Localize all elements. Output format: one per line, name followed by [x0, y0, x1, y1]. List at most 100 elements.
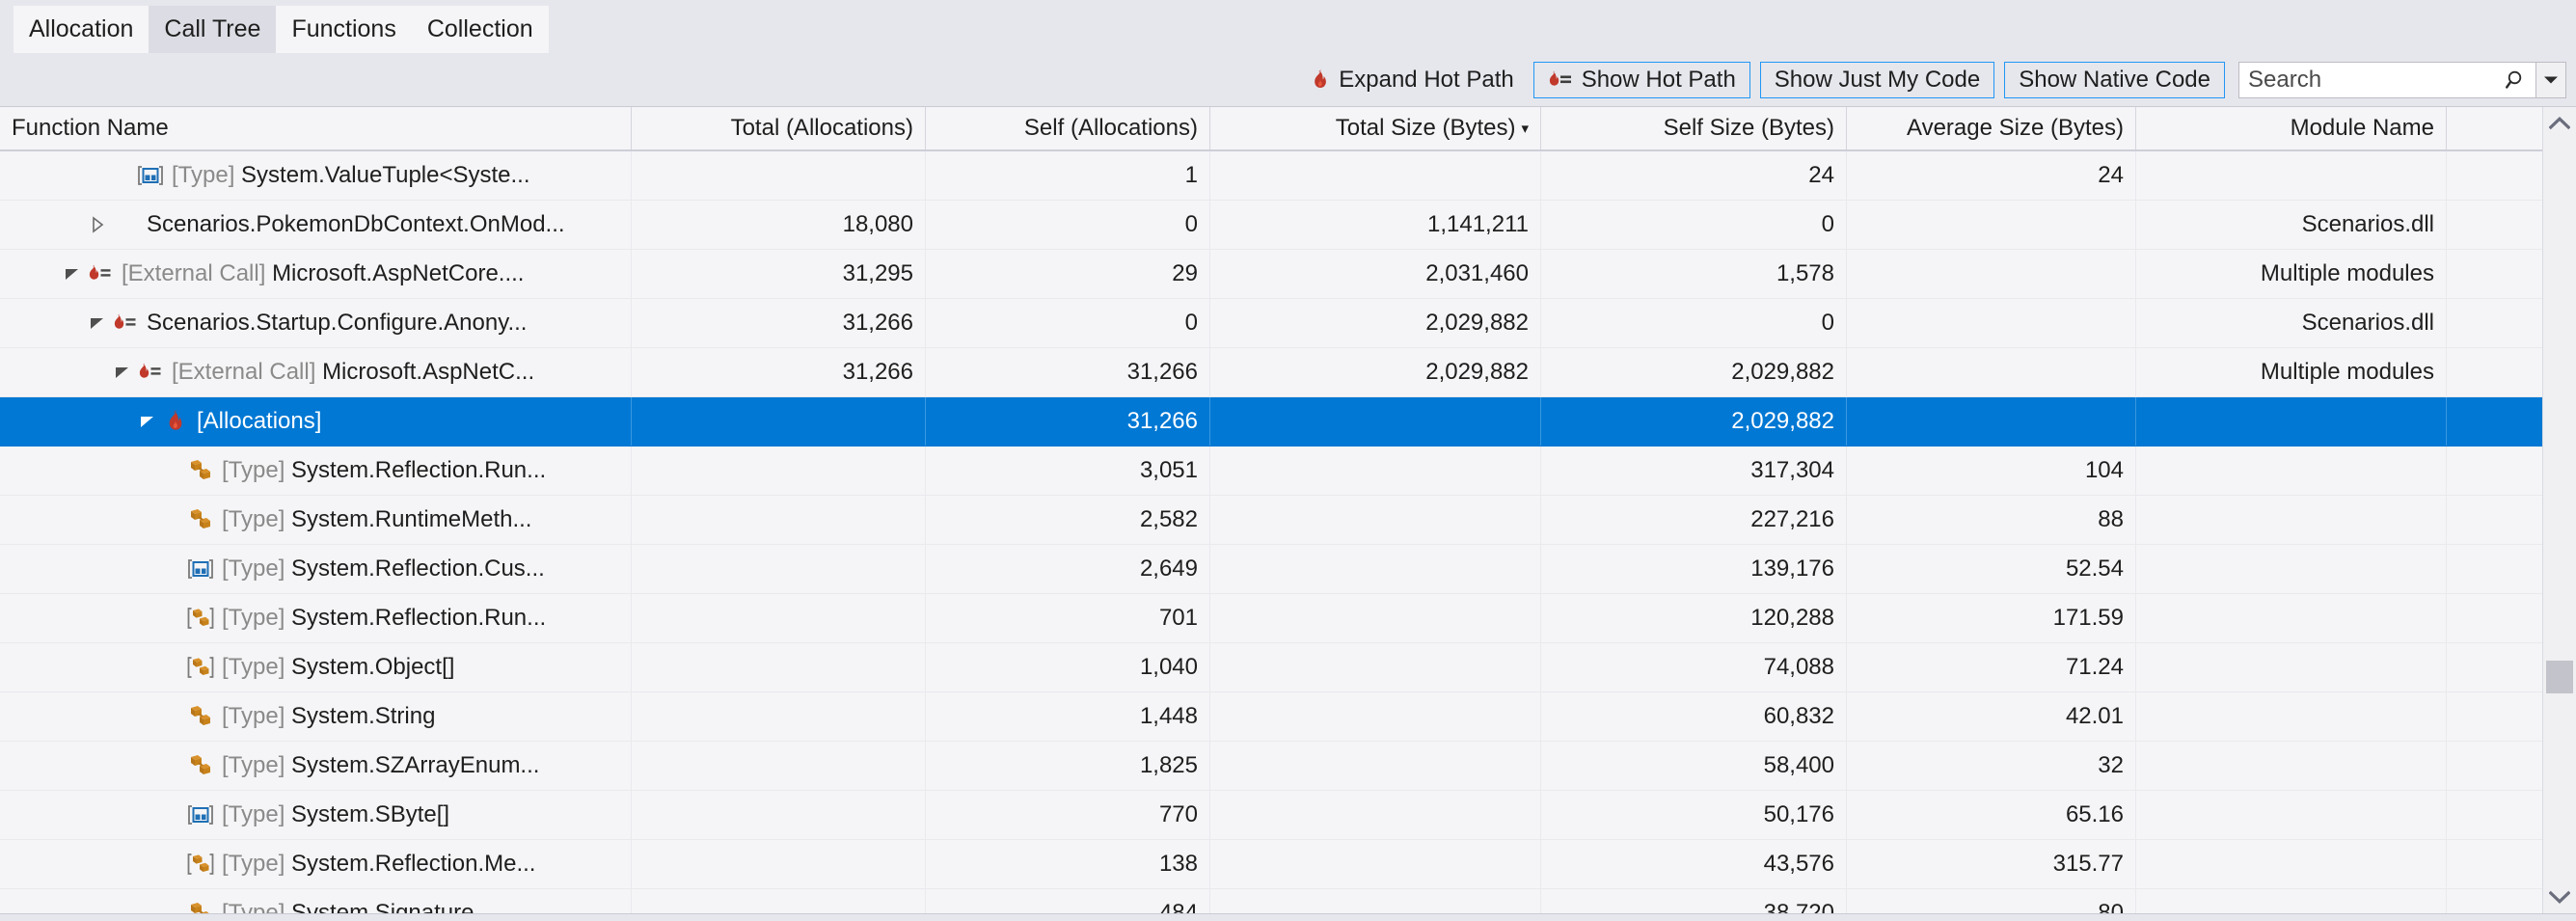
cell-value: 3,051: [1139, 457, 1198, 483]
hot-path-icon: [85, 263, 116, 284]
table-row[interactable]: Scenarios.PokemonDbContext.OnMod... 18,08…: [0, 201, 2542, 250]
cell-module: Scenarios.dll: [2136, 299, 2447, 347]
cell-self-allocations: 29: [926, 250, 1210, 298]
cell-self-size: 227,216: [1541, 496, 1847, 544]
hot-path-icon: [135, 362, 166, 383]
cell-total-allocations: [632, 840, 926, 888]
grid-main: Function Name Total (Allocations) Self (Al…: [0, 107, 2542, 913]
cell-value: 42.01: [2065, 703, 2124, 729]
table-row[interactable]: [Type] System.Reflection.Me... 138 43,576 3…: [0, 840, 2542, 889]
cell-function-name: [Type] System.SByte[]: [0, 791, 632, 839]
cell-value: 227,216: [1750, 506, 1834, 532]
cell-value: 1,040: [1139, 654, 1198, 680]
cell-value: 1,825: [1139, 752, 1198, 778]
cell-self-allocations: 138: [926, 840, 1210, 888]
cell-function-name: [Type] System.ValueTuple<Syste...: [0, 151, 632, 200]
cell-value: 29: [1172, 260, 1198, 286]
cell-total-allocations: [632, 692, 926, 741]
chevron-down-icon[interactable]: [60, 266, 85, 282]
show-just-my-code-button[interactable]: Show Just My Code: [1759, 61, 1995, 98]
function-name-text: System.Reflection.Me...: [291, 851, 536, 877]
column-header-module-name[interactable]: Module Name: [2136, 107, 2447, 149]
cell-self-allocations: 31,266: [926, 348, 1210, 396]
cell-value: 31,266: [842, 359, 913, 385]
tab-allocation[interactable]: Allocation: [14, 6, 149, 53]
chevron-down-icon[interactable]: [110, 365, 135, 380]
table-row[interactable]: [Type] System.SZArrayEnum... 1,825 58,400 3…: [0, 742, 2542, 791]
tab-call-tree-label: Call Tree: [164, 15, 261, 42]
function-name-label: [External Call] Microsoft.AspNetCore....: [116, 260, 524, 287]
tab-functions[interactable]: Functions: [276, 6, 412, 53]
show-native-code-button[interactable]: Show Native Code: [2004, 61, 2225, 98]
cell-self-size: 60,832: [1541, 692, 1847, 741]
cell-value: 71.24: [2065, 654, 2124, 680]
column-header-label: Self Size (Bytes): [1663, 115, 1834, 141]
table-row[interactable]: Scenarios.Startup.Configure.Anony... 31,2…: [0, 299, 2542, 348]
function-name-text: Microsoft.AspNetCore....: [272, 260, 525, 286]
table-row[interactable]: [Type] System.RuntimeMeth... 2,582 227,216…: [0, 496, 2542, 545]
table-row[interactable]: [Type] System.Object[] 1,040 74,088 71.24: [0, 643, 2542, 692]
function-name-prefix: [Type]: [222, 605, 285, 631]
call-tree-grid: Function Name Total (Allocations) Self (Al…: [0, 106, 2576, 913]
cell-value: 0: [1184, 211, 1198, 237]
table-row[interactable]: [External Call] Microsoft.AspNetCore....…: [0, 250, 2542, 299]
table-row[interactable]: [Type] System.Reflection.Run... 3,051 317,…: [0, 447, 2542, 496]
search-box[interactable]: [2238, 61, 2566, 98]
search-input[interactable]: [2239, 62, 2497, 97]
table-row[interactable]: [Type] System.Signature 484 38,720 80: [0, 889, 2542, 913]
show-just-my-code-label: Show Just My Code: [1774, 66, 1981, 93]
cell-value: 139,176: [1750, 555, 1834, 582]
cell-total-allocations: [632, 889, 926, 913]
cell-value: 2,029,882: [1425, 310, 1529, 336]
tab-collection[interactable]: Collection: [411, 6, 549, 53]
table-row[interactable]: [Type] System.SByte[] 770 50,176 65.16: [0, 791, 2542, 840]
table-row[interactable]: [External Call] Microsoft.AspNetC... 31,2…: [0, 348, 2542, 397]
sort-descending-icon: ▾: [1521, 120, 1529, 137]
cell-total-allocations: [632, 397, 926, 446]
cell-function-name: [Type] System.String: [0, 692, 632, 741]
column-header-row: Function Name Total (Allocations) Self (Al…: [0, 107, 2542, 151]
cell-total-size: [1210, 151, 1541, 200]
class-icon: [185, 508, 216, 531]
call-tree-toolbar: Expand Hot Path Show Hot Path Show Just …: [0, 53, 2576, 106]
class-icon: [185, 754, 216, 777]
search-icon[interactable]: [2497, 63, 2535, 97]
column-header-function-name[interactable]: Function Name: [0, 107, 632, 149]
cell-value: 43,576: [1763, 851, 1834, 877]
column-header-average-size-bytes[interactable]: Average Size (Bytes): [1847, 107, 2136, 149]
cell-value: Multiple modules: [2260, 359, 2434, 385]
expand-hot-path-button[interactable]: Expand Hot Path: [1311, 66, 1514, 94]
column-header-label: Self (Allocations): [1023, 115, 1198, 141]
vertical-scrollbar[interactable]: [2542, 107, 2576, 913]
scrollbar-thumb[interactable]: [2546, 661, 2573, 693]
cell-total-size: [1210, 545, 1541, 593]
cell-value: 2,029,882: [1425, 359, 1529, 385]
search-dropdown-button[interactable]: [2535, 62, 2565, 97]
cell-module: [2136, 692, 2447, 741]
scroll-down-button[interactable]: [2543, 880, 2576, 913]
show-hot-path-button[interactable]: Show Hot Path: [1532, 61, 1750, 98]
column-header-total-allocations[interactable]: Total (Allocations): [632, 107, 926, 149]
table-row[interactable]: [Allocations] 31,266 2,029,882: [0, 397, 2542, 447]
table-row[interactable]: [Type] System.Reflection.Cus... 2,649 139,…: [0, 545, 2542, 594]
expand-hot-path-label: Expand Hot Path: [1339, 66, 1514, 93]
tab-call-tree[interactable]: Call Tree: [149, 6, 277, 53]
cell-total-size: [1210, 791, 1541, 839]
table-row[interactable]: [Type] System.ValueTuple<Syste... 1 24 24: [0, 151, 2542, 201]
chevron-down-icon[interactable]: [85, 315, 110, 331]
cell-total-size: [1210, 643, 1541, 691]
chevron-right-icon[interactable]: [85, 216, 110, 233]
chevron-down-icon[interactable]: [135, 414, 160, 429]
table-row[interactable]: [Type] System.Reflection.Run... 701 120,28…: [0, 594, 2542, 643]
cell-total-size: [1210, 594, 1541, 642]
scrollbar-track[interactable]: [2543, 140, 2576, 880]
column-header-total-size-bytes[interactable]: Total Size (Bytes) ▾: [1210, 107, 1541, 149]
column-header-self-allocations[interactable]: Self (Allocations): [926, 107, 1210, 149]
cell-value: 31,266: [1126, 408, 1198, 434]
table-row[interactable]: [Type] System.String 1,448 60,832 42.01: [0, 692, 2542, 742]
cell-value: 0: [1821, 310, 1834, 336]
column-header-self-size-bytes[interactable]: Self Size (Bytes): [1541, 107, 1847, 149]
cell-module: Scenarios.dll: [2136, 201, 2447, 249]
scroll-up-button[interactable]: [2543, 107, 2576, 140]
cell-value: 2,029,882: [1731, 359, 1834, 385]
